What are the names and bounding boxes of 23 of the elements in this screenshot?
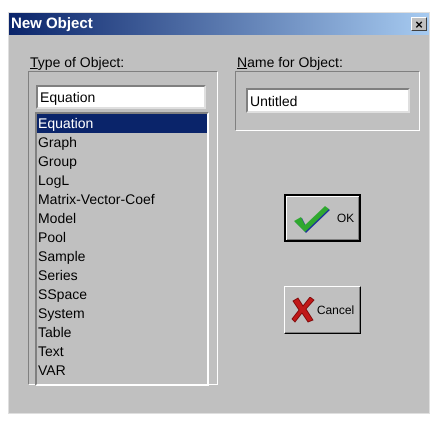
list-item[interactable]: Group (37, 152, 207, 171)
window-title: New Object (11, 14, 93, 34)
list-item[interactable]: Model (37, 209, 207, 228)
list-item[interactable]: VAR (37, 361, 207, 380)
list-item[interactable]: Graph (37, 133, 207, 152)
list-item[interactable]: Sample (37, 247, 207, 266)
list-item[interactable]: Matrix-Vector-Coef (37, 190, 207, 209)
list-item[interactable]: Equation (37, 114, 207, 133)
list-item[interactable]: Table (37, 323, 207, 342)
cancel-button[interactable]: Cancel (284, 286, 361, 334)
type-input[interactable]: Equation (36, 85, 206, 109)
list-item[interactable]: LogL (37, 171, 207, 190)
list-item[interactable]: Text (37, 342, 207, 361)
ok-button[interactable]: OK (284, 194, 361, 242)
list-item[interactable]: System (37, 304, 207, 323)
list-item[interactable]: SSpace (37, 285, 207, 304)
name-input[interactable]: Untitled (246, 88, 410, 113)
name-label: Name for Object: (237, 54, 343, 70)
list-item[interactable]: Pool (37, 228, 207, 247)
type-label: Type of Object: (30, 54, 124, 70)
cross-icon (290, 297, 315, 323)
close-button[interactable]: × (411, 17, 427, 31)
list-item[interactable]: Series (37, 266, 207, 285)
